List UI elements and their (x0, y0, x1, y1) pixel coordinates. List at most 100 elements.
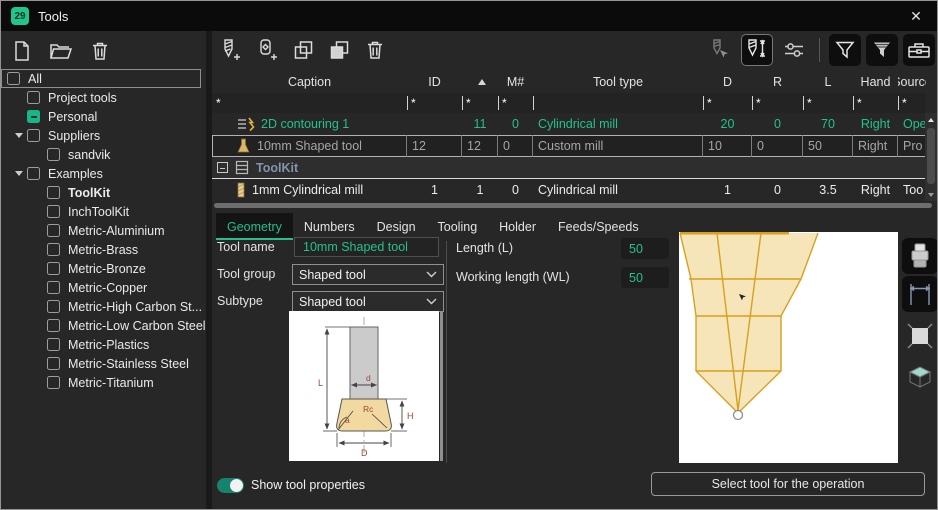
show-properties-toggle[interactable] (217, 478, 244, 493)
tree-item-metric-high-carbon-st[interactable]: Metric-High Carbon St... (1, 297, 201, 316)
add-tool-icon[interactable] (218, 38, 242, 62)
delete-library-icon[interactable] (89, 40, 111, 62)
tab-geometry[interactable]: Geometry (216, 213, 293, 240)
tree-item-inchtoolkit[interactable]: InchToolKit (1, 202, 201, 221)
tab-numbers[interactable]: Numbers (293, 213, 366, 240)
tree-item-examples[interactable]: Examples (1, 164, 201, 183)
select-tool-button[interactable]: Select tool for the operation (651, 472, 925, 496)
column-header-caption[interactable]: Caption (212, 75, 407, 89)
checkbox-unchecked[interactable] (47, 376, 60, 389)
collapse-icon[interactable] (217, 162, 228, 173)
tree-item-metric-stainless-steel[interactable]: Metric-Stainless Steel (1, 354, 201, 373)
checkbox-unchecked[interactable] (47, 300, 60, 313)
table-horizontal-scrollbar[interactable] (214, 203, 932, 209)
tree-item-metric-plastics[interactable]: Metric-Plastics (1, 335, 201, 354)
checkbox-unchecked[interactable] (47, 186, 60, 199)
view-options-icon[interactable] (778, 34, 810, 66)
tool-dimensions-icon[interactable] (741, 34, 773, 66)
checkbox-unchecked[interactable] (47, 262, 60, 275)
duplicate-tool-icon[interactable] (328, 39, 351, 62)
tree-item-all[interactable]: All (1, 69, 201, 88)
column-header-hand[interactable]: Hand (853, 75, 898, 89)
subtype-select[interactable]: Shaped tool (292, 291, 444, 312)
open-library-icon[interactable] (49, 40, 73, 62)
tree-item-metric-brass[interactable]: Metric-Brass (1, 240, 201, 259)
tool-group-select[interactable]: Shaped tool (292, 264, 444, 285)
filter-cell-tool-type[interactable] (533, 93, 703, 113)
holder-view-icon[interactable] (902, 238, 938, 274)
column-header-d[interactable]: D (703, 75, 752, 89)
tree-item-personal[interactable]: Personal (1, 107, 201, 126)
cube-view-icon[interactable] (902, 360, 938, 392)
filter-cell-d[interactable]: * (703, 93, 752, 113)
table-vertical-scrollbar[interactable] (925, 113, 937, 201)
column-header-num[interactable] (462, 79, 498, 85)
scroll-up-icon[interactable] (925, 113, 937, 126)
filter-cell-r[interactable]: * (752, 93, 803, 113)
column-header-l[interactable]: L (803, 75, 853, 89)
column-header-r[interactable]: R (752, 75, 803, 89)
filter-cell-l[interactable]: * (803, 93, 853, 113)
scroll-down-icon[interactable] (925, 188, 937, 201)
checkbox-unchecked[interactable] (47, 148, 60, 161)
close-icon[interactable]: ✕ (905, 8, 927, 25)
tab-feeds-speeds[interactable]: Feeds/Speeds (547, 213, 650, 240)
column-header-m[interactable]: M# (498, 75, 533, 89)
checkbox-unchecked[interactable] (47, 338, 60, 351)
checkbox-unchecked[interactable] (47, 281, 60, 294)
dimensions-view-icon[interactable] (902, 276, 938, 312)
tree-item-metric-titanium[interactable]: Metric-Titanium (1, 373, 201, 392)
column-header-tool-type[interactable]: Tool type (533, 75, 703, 89)
tree-item-suppliers[interactable]: Suppliers (1, 126, 201, 145)
tool-group-row[interactable]: ToolKit (212, 157, 926, 179)
tab-tooling[interactable]: Tooling (427, 213, 489, 240)
checkbox-unchecked[interactable] (47, 224, 60, 237)
delete-tool-icon[interactable] (364, 39, 386, 61)
fit-view-icon[interactable] (902, 320, 938, 352)
column-header-id[interactable]: ID (407, 75, 462, 89)
select-tool-icon[interactable] (704, 34, 736, 66)
tree-item-metric-low-carbon-steel[interactable]: Metric-Low Carbon Steel (1, 316, 201, 335)
table-row[interactable]: 10mm Shaped tool12120Custom mill10050Rig… (212, 135, 926, 157)
tab-design[interactable]: Design (366, 213, 427, 240)
hscrollbar-thumb[interactable] (214, 203, 932, 208)
column-header-source[interactable]: Source (898, 75, 926, 89)
table-row[interactable]: 1mm Cylindrical mill110Cylindrical mill1… (212, 179, 926, 201)
checkbox-unchecked[interactable] (47, 357, 60, 370)
tree-item-metric-aluminium[interactable]: Metric-Aluminium (1, 221, 201, 240)
add-tool-template-icon[interactable] (255, 38, 279, 62)
tree-item-project-tools[interactable]: Project tools (1, 88, 201, 107)
checkbox-partial[interactable] (27, 110, 40, 123)
scrollbar-thumb[interactable] (927, 128, 935, 184)
tree-item-metric-bronze[interactable]: Metric-Bronze (1, 259, 201, 278)
filter-cell-hand[interactable]: * (853, 93, 898, 113)
filter-cell-id[interactable]: * (407, 93, 462, 113)
tab-holder[interactable]: Holder (488, 213, 547, 240)
expand-arrow-icon[interactable] (11, 171, 27, 176)
table-row[interactable]: 2D contouring 1110Cylindrical mill20070R… (212, 113, 926, 135)
tree-item-toolkit[interactable]: ToolKit (1, 183, 201, 202)
checkbox-unchecked[interactable] (27, 129, 40, 142)
tool-name-field[interactable]: 10mm Shaped tool (294, 237, 439, 257)
diagram-scrollbar[interactable] (440, 311, 443, 461)
filter-cell-source[interactable]: * (898, 93, 926, 113)
copy-tool-icon[interactable] (292, 39, 315, 62)
checkbox-unchecked[interactable] (27, 91, 40, 104)
filter-applied-icon[interactable] (866, 34, 898, 66)
working-length-field[interactable]: 50 (621, 267, 669, 288)
tree-item-metric-copper[interactable]: Metric-Copper (1, 278, 201, 297)
checkbox-unchecked[interactable] (47, 243, 60, 256)
filter-cell-m[interactable]: * (498, 93, 533, 113)
checkbox-unchecked[interactable] (47, 205, 60, 218)
checkbox-unchecked[interactable] (7, 72, 20, 85)
filter-icon[interactable] (829, 34, 861, 66)
checkbox-unchecked[interactable] (27, 167, 40, 180)
checkbox-unchecked[interactable] (47, 319, 60, 332)
expand-arrow-icon[interactable] (11, 133, 27, 138)
toolbox-icon[interactable] (903, 34, 935, 66)
tree-item-sandvik[interactable]: sandvik (1, 145, 201, 164)
filter-cell-caption[interactable]: * (212, 93, 407, 113)
new-library-icon[interactable] (11, 40, 33, 62)
tool-3d-preview[interactable] (679, 232, 898, 463)
length-field[interactable]: 50 (621, 238, 669, 259)
